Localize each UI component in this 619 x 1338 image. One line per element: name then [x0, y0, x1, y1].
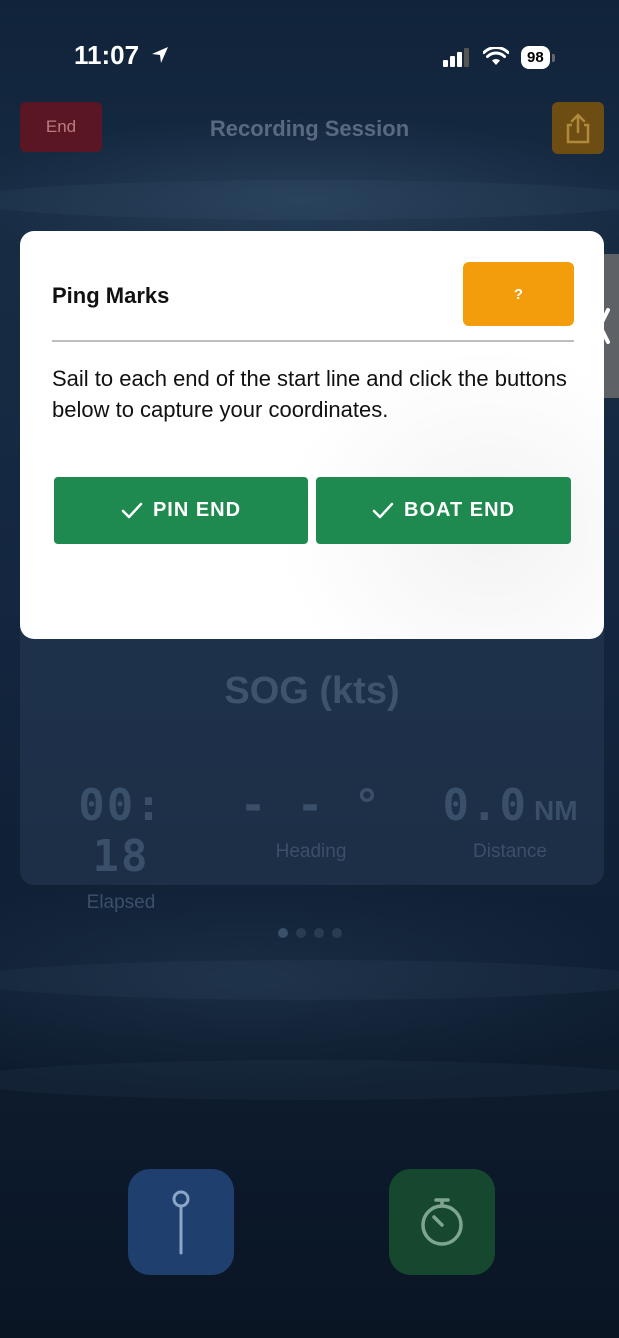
page-dot[interactable]: [296, 928, 306, 938]
elapsed-label: Elapsed: [86, 892, 156, 913]
page-dot[interactable]: [332, 928, 342, 938]
share-button[interactable]: [552, 102, 604, 154]
navigation-bar: End Recording Session: [0, 96, 619, 160]
page-dot[interactable]: [314, 928, 324, 938]
modal-description: Sail to each end of the start line and c…: [52, 366, 567, 422]
water-texture: [0, 180, 619, 220]
status-bar-time: 11:07: [74, 40, 170, 71]
start-timer-button[interactable]: [389, 1169, 495, 1275]
pin-icon: [172, 1190, 190, 1255]
heading-metric: - - ° Heading: [236, 780, 386, 863]
boat-end-label: BOAT END: [404, 499, 515, 521]
ping-marks-modal: Ping Marks ? Sail to each end of the sta…: [20, 231, 604, 639]
distance-label: Distance: [473, 841, 547, 862]
checkmark-icon: [121, 502, 143, 518]
page-indicator[interactable]: [278, 928, 342, 938]
distance-metric: 0.0 NM Distance: [430, 780, 590, 863]
boat-end-button[interactable]: BOAT END: [316, 477, 571, 544]
sog-label: SOG (kts): [224, 670, 400, 712]
status-time-text: 11:07: [74, 40, 140, 70]
pin-end-label: PIN END: [152, 499, 242, 521]
distance-unit: NM: [533, 795, 578, 826]
modal-divider: [52, 340, 574, 342]
page-dot[interactable]: [278, 928, 288, 938]
elapsed-value: 00: 18: [78, 780, 164, 882]
heading-value: - - °: [239, 780, 383, 831]
pin-mark-button[interactable]: [128, 1169, 234, 1275]
elapsed-metric: 00: 18 Elapsed: [36, 780, 206, 914]
battery-indicator: 98: [521, 45, 555, 69]
stopwatch-icon: [421, 1198, 463, 1246]
distance-value: 0.0: [442, 780, 528, 831]
share-icon: [566, 113, 590, 144]
page-title: Recording Session: [209, 116, 410, 141]
location-arrow-icon: [152, 47, 169, 63]
checkmark-icon: [372, 502, 394, 518]
dashboard-card: SOG (kts) 00: 18 Elapsed - - ° Heading 0…: [20, 600, 604, 913]
app-screen: 11:07 98 End Recording Session SOG (kts)…: [0, 0, 619, 1338]
help-button[interactable]: ?: [463, 262, 574, 326]
water-texture: [0, 1060, 619, 1100]
water-texture: [0, 960, 619, 1000]
wifi-icon: [483, 47, 509, 65]
status-bar-indicators: 98: [443, 40, 555, 74]
pin-end-button[interactable]: PIN END: [54, 477, 308, 544]
modal-title: Ping Marks: [52, 283, 170, 308]
cellular-signal-icon: [443, 48, 469, 67]
heading-label: Heading: [275, 841, 347, 862]
